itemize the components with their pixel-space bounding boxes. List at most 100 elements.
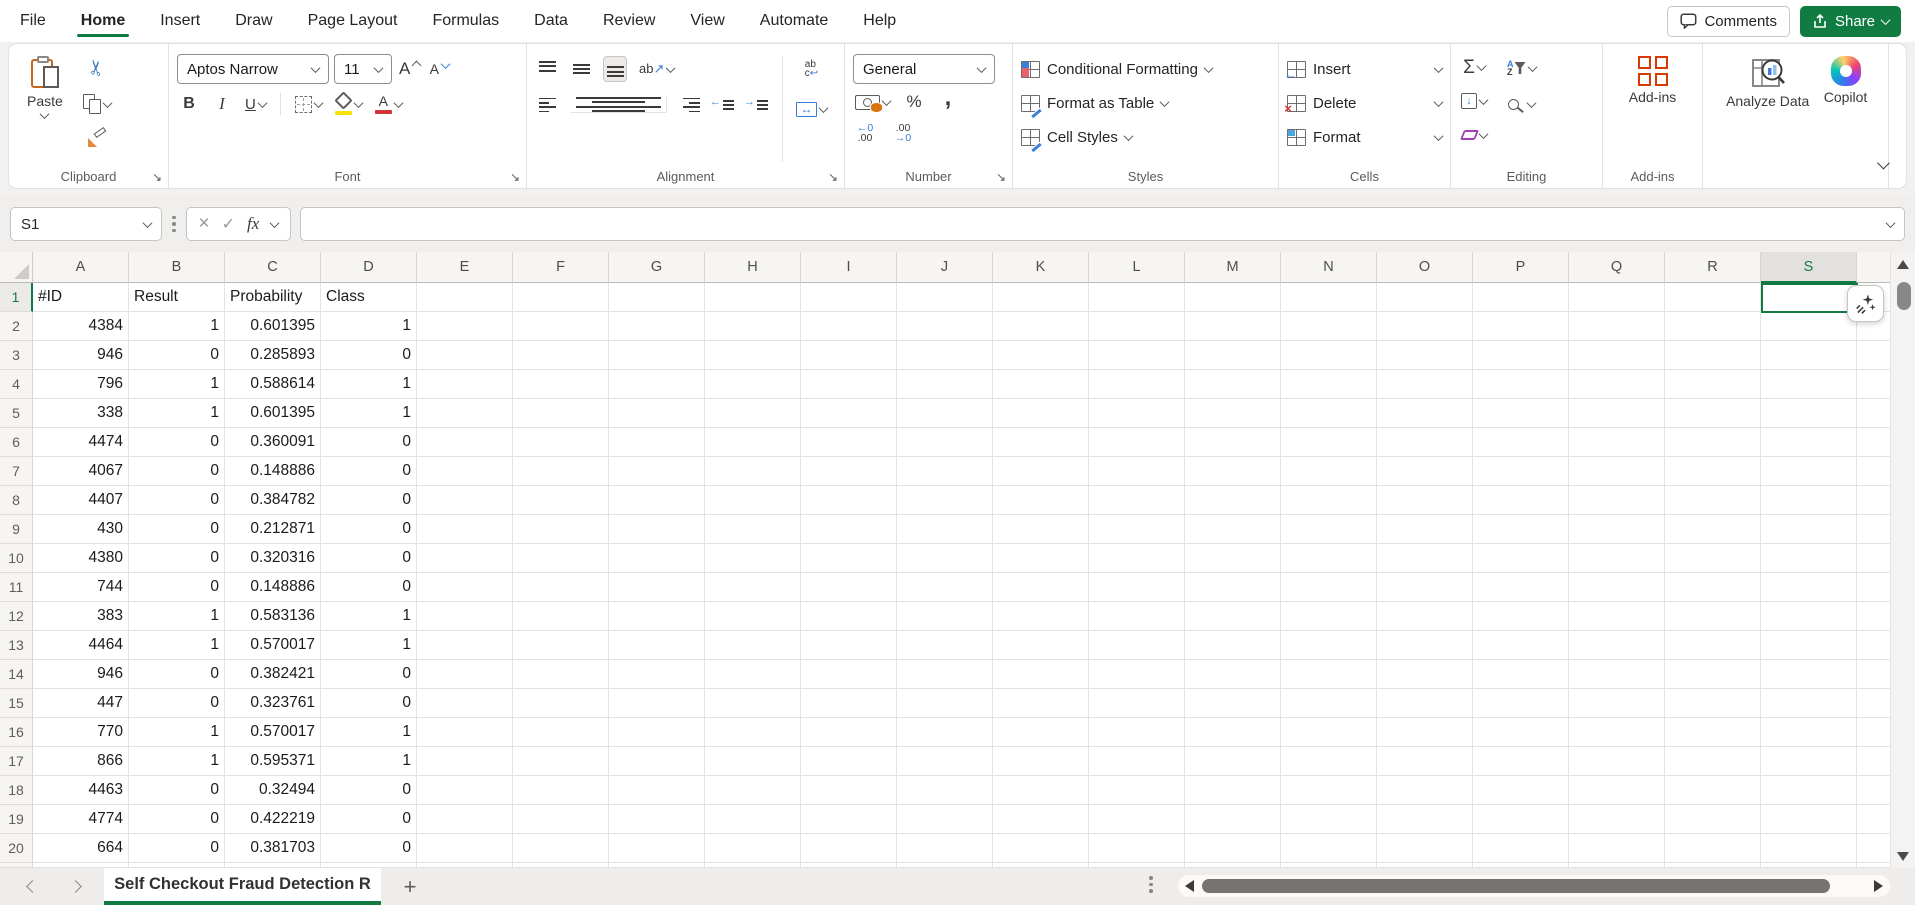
cell-L19[interactable]	[1089, 805, 1185, 834]
cell-J18[interactable]	[897, 776, 993, 805]
cell-G20[interactable]	[609, 834, 705, 863]
cell-Q5[interactable]	[1569, 399, 1665, 428]
tab-review[interactable]: Review	[601, 3, 657, 39]
cell-C17[interactable]: 0.595371	[225, 747, 321, 776]
cell-S13[interactable]	[1761, 631, 1857, 660]
cell-B8[interactable]: 0	[129, 486, 225, 515]
cell-P13[interactable]	[1473, 631, 1569, 660]
cell-J5[interactable]	[897, 399, 993, 428]
cell-G15[interactable]	[609, 689, 705, 718]
cell-R16[interactable]	[1665, 718, 1761, 747]
cell-P4[interactable]	[1473, 370, 1569, 399]
cell-B9[interactable]: 0	[129, 515, 225, 544]
cell-S4[interactable]	[1761, 370, 1857, 399]
cell-O6[interactable]	[1377, 428, 1473, 457]
column-header-E[interactable]: E	[417, 252, 513, 283]
cell-D16[interactable]: 1	[321, 718, 417, 747]
cell-B14[interactable]: 0	[129, 660, 225, 689]
cell-I19[interactable]	[801, 805, 897, 834]
cell-Q20[interactable]	[1569, 834, 1665, 863]
row-header-15[interactable]: 15	[0, 689, 33, 718]
cell-K10[interactable]	[993, 544, 1089, 573]
column-header-L[interactable]: L	[1089, 252, 1185, 283]
autofill-suggestion-button[interactable]	[1847, 285, 1884, 322]
cell-K16[interactable]	[993, 718, 1089, 747]
cell-S14[interactable]	[1761, 660, 1857, 689]
cell-J19[interactable]	[897, 805, 993, 834]
cell-P7[interactable]	[1473, 457, 1569, 486]
cell-A19[interactable]: 4774	[33, 805, 129, 834]
cell-C11[interactable]: 0.148886	[225, 573, 321, 602]
cell-I1[interactable]	[801, 283, 897, 312]
cell-F2[interactable]	[513, 312, 609, 341]
cell-D18[interactable]: 0	[321, 776, 417, 805]
tab-page-layout[interactable]: Page Layout	[306, 3, 400, 39]
cell-H5[interactable]	[705, 399, 801, 428]
cell-A6[interactable]: 4474	[33, 428, 129, 457]
cell-B1[interactable]: Result	[129, 283, 225, 312]
insert-cells-button[interactable]: ← Insert	[1284, 54, 1444, 85]
cell-J20[interactable]	[897, 834, 993, 863]
cell-J8[interactable]	[897, 486, 993, 515]
cell-D17[interactable]: 1	[321, 747, 417, 776]
cell-M3[interactable]	[1185, 341, 1281, 370]
cell-E15[interactable]	[417, 689, 513, 718]
row-header-16[interactable]: 16	[0, 718, 33, 747]
cell-I10[interactable]	[801, 544, 897, 573]
cell-P10[interactable]	[1473, 544, 1569, 573]
cell-K18[interactable]	[993, 776, 1089, 805]
cell-B2[interactable]: 1	[129, 312, 225, 341]
row-header-9[interactable]: 9	[0, 515, 33, 544]
cell-R5[interactable]	[1665, 399, 1761, 428]
cell-Q13[interactable]	[1569, 631, 1665, 660]
cell-K1[interactable]	[993, 283, 1089, 312]
cell-D1[interactable]: Class	[321, 283, 417, 312]
cell-E5[interactable]	[417, 399, 513, 428]
cell-O16[interactable]	[1377, 718, 1473, 747]
cell-F14[interactable]	[513, 660, 609, 689]
cell-H8[interactable]	[705, 486, 801, 515]
cell-A20[interactable]: 664	[33, 834, 129, 863]
cell-J17[interactable]	[897, 747, 993, 776]
cell-G18[interactable]	[609, 776, 705, 805]
cell-F4[interactable]	[513, 370, 609, 399]
cell-K20[interactable]	[993, 834, 1089, 863]
add-sheet-button[interactable]: +	[381, 875, 439, 898]
cell-N13[interactable]	[1281, 631, 1377, 660]
cell-P15[interactable]	[1473, 689, 1569, 718]
cell-Q14[interactable]	[1569, 660, 1665, 689]
italic-button[interactable]: I	[210, 91, 234, 117]
column-header-Q[interactable]: Q	[1569, 252, 1665, 283]
paste-button[interactable]: Paste	[17, 54, 73, 121]
cell-I5[interactable]	[801, 399, 897, 428]
cell-S12[interactable]	[1761, 602, 1857, 631]
font-dialog-launcher[interactable]: ↘	[510, 171, 520, 183]
cell-D11[interactable]: 0	[321, 573, 417, 602]
column-header-N[interactable]: N	[1281, 252, 1377, 283]
cell-R18[interactable]	[1665, 776, 1761, 805]
cell-O3[interactable]	[1377, 341, 1473, 370]
cell-E1[interactable]	[417, 283, 513, 312]
cell-G5[interactable]	[609, 399, 705, 428]
cell-S19[interactable]	[1761, 805, 1857, 834]
format-as-table-button[interactable]: Format as Table	[1021, 88, 1212, 120]
cell-B5[interactable]: 1	[129, 399, 225, 428]
cell-F7[interactable]	[513, 457, 609, 486]
align-center-button[interactable]	[569, 92, 669, 118]
cell-E14[interactable]	[417, 660, 513, 689]
formula-input[interactable]	[300, 207, 1905, 241]
cell-I4[interactable]	[801, 370, 897, 399]
tab-insert[interactable]: Insert	[158, 3, 202, 39]
cell-K7[interactable]	[993, 457, 1089, 486]
alignment-dialog-launcher[interactable]: ↘	[828, 171, 838, 183]
cell-M8[interactable]	[1185, 486, 1281, 515]
cell-H16[interactable]	[705, 718, 801, 747]
cell-M14[interactable]	[1185, 660, 1281, 689]
cell-L20[interactable]	[1089, 834, 1185, 863]
row-header-18[interactable]: 18	[0, 776, 33, 805]
cell-A3[interactable]: 946	[33, 341, 129, 370]
cell-D6[interactable]: 0	[321, 428, 417, 457]
cell-K14[interactable]	[993, 660, 1089, 689]
cell-J4[interactable]	[897, 370, 993, 399]
cell-A7[interactable]: 4067	[33, 457, 129, 486]
